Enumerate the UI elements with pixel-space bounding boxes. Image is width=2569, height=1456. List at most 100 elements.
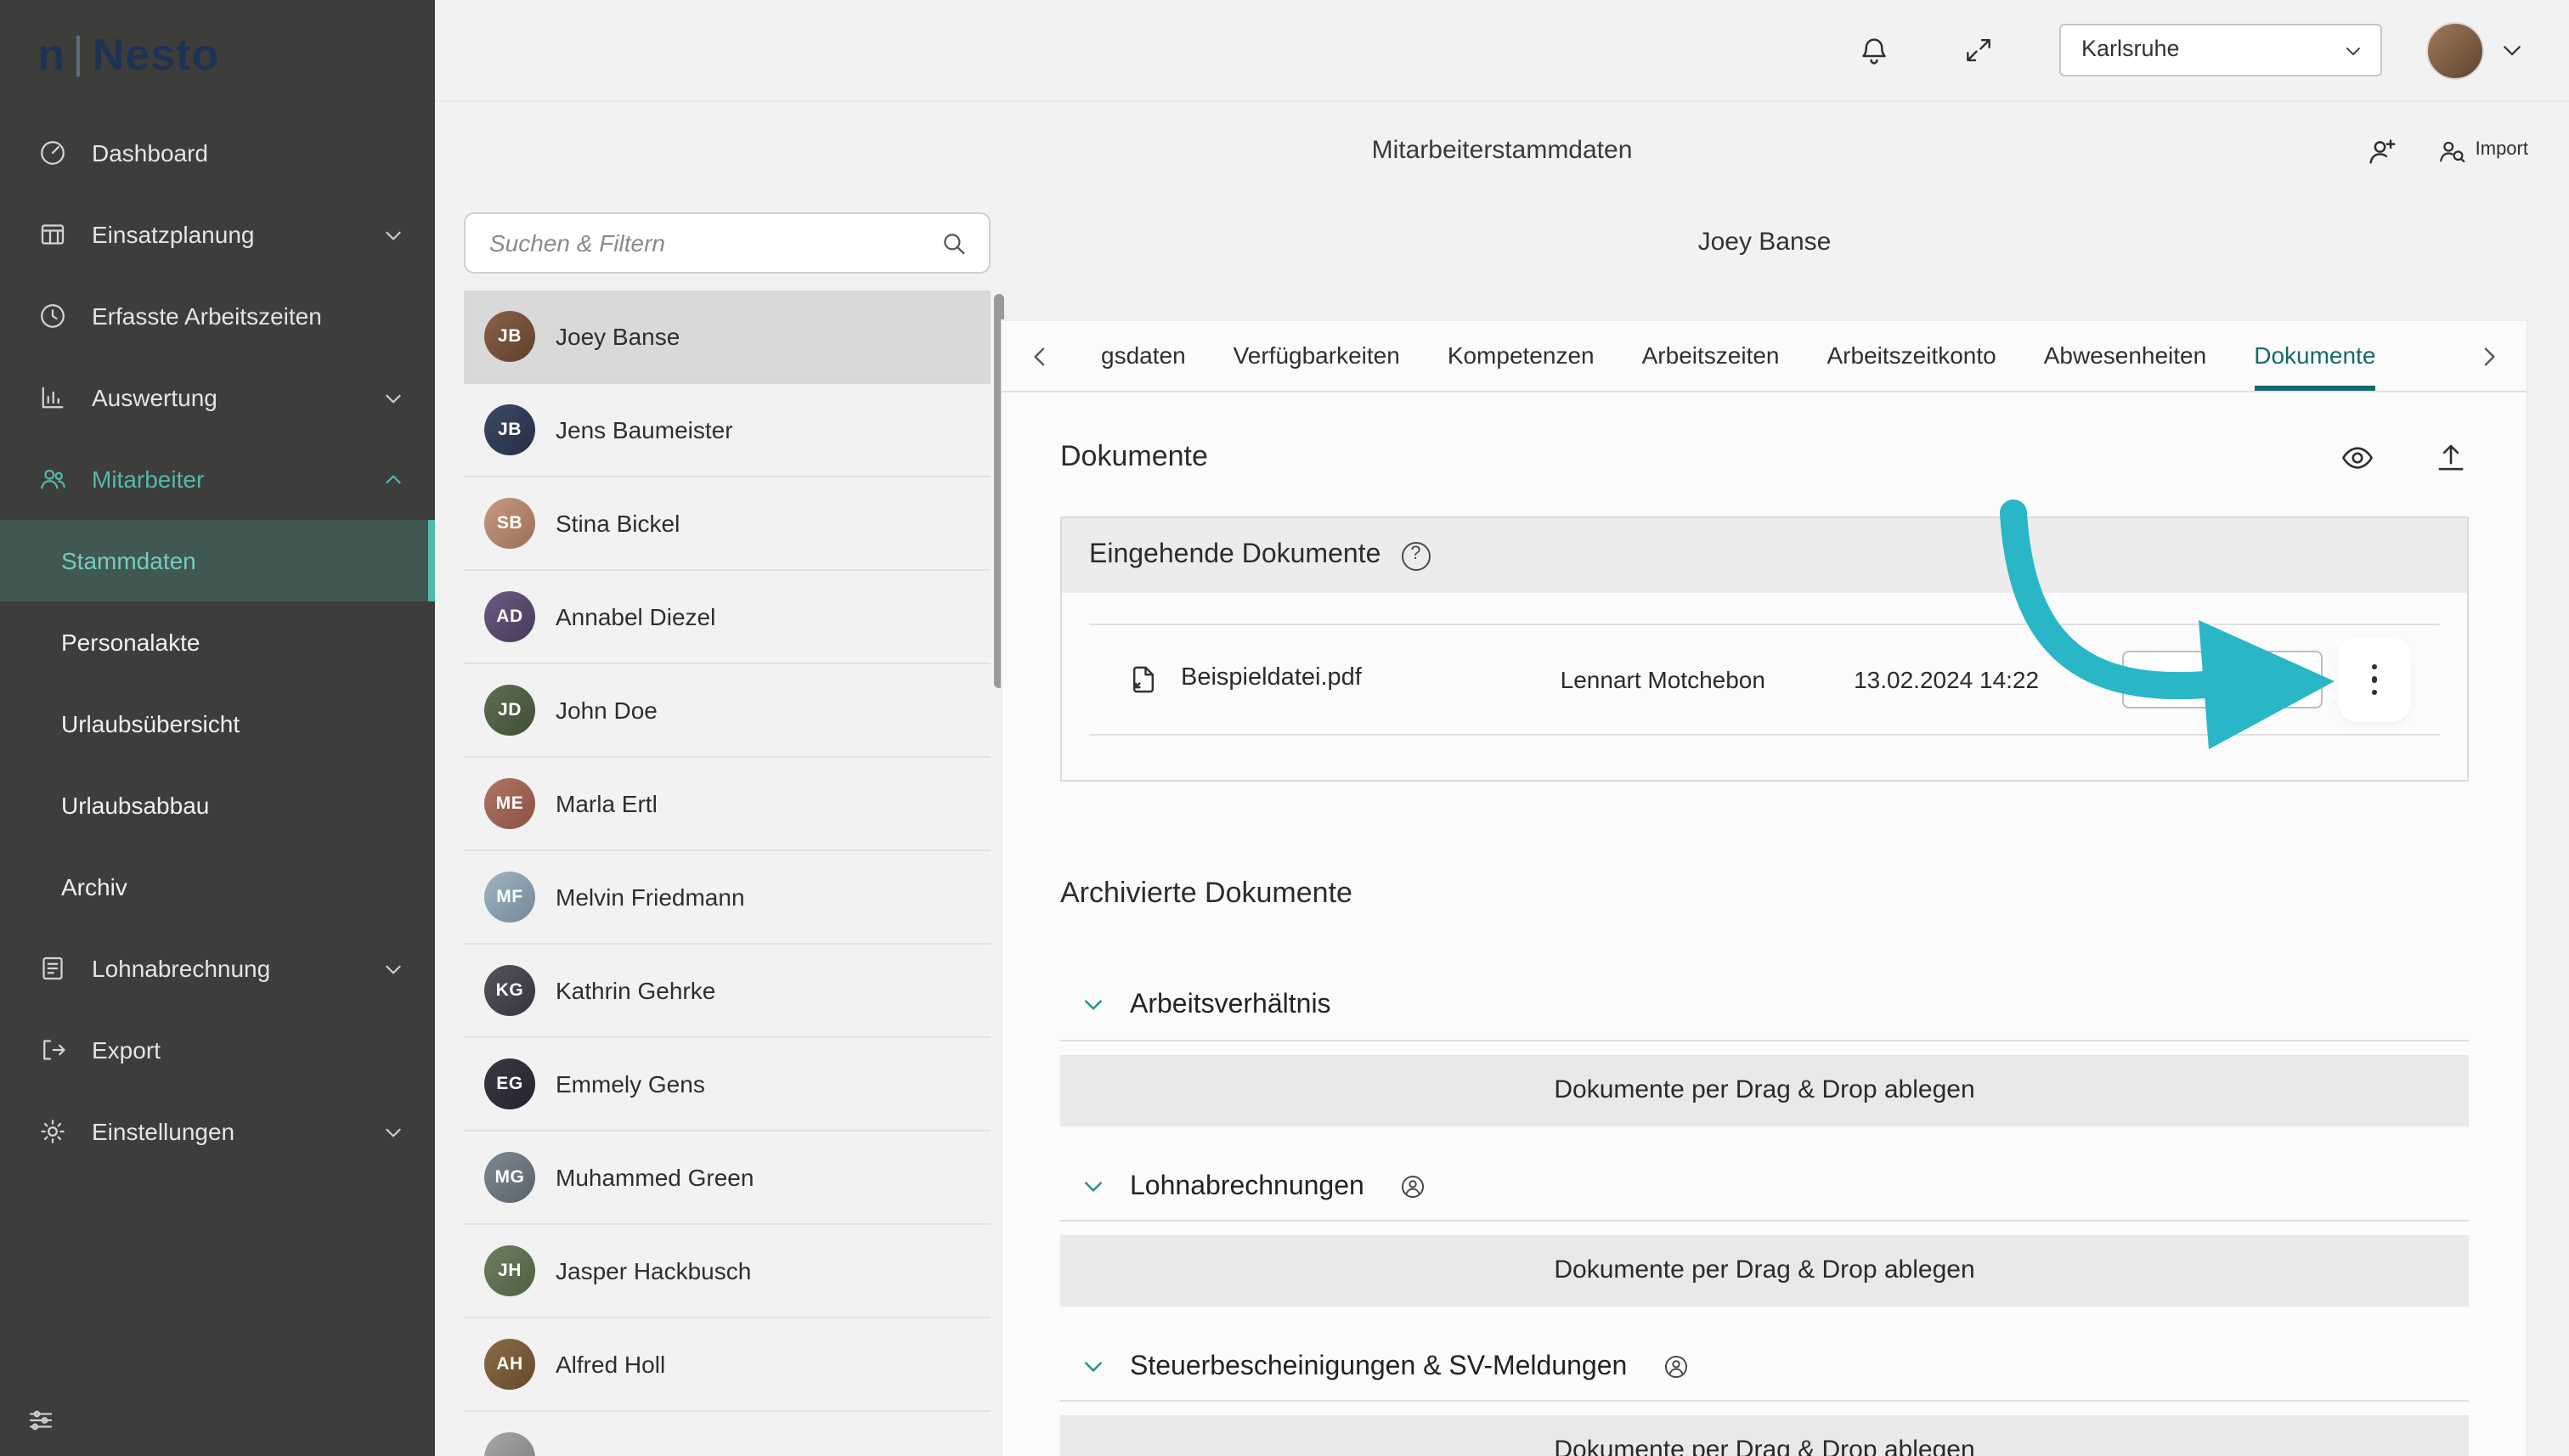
- sidebar-item-label: Personalakte: [61, 628, 200, 657]
- tab-arbeitszeiten[interactable]: Arbeitszeiten: [1642, 321, 1780, 391]
- user-avatar[interactable]: [2426, 21, 2484, 79]
- category-select-value: Kategorie: [2141, 665, 2243, 694]
- fullscreen-icon[interactable]: [1962, 34, 1995, 66]
- kebab-menu-button[interactable]: [2346, 646, 2402, 714]
- sidebar-item-einstellungen[interactable]: Einstellungen: [0, 1091, 435, 1172]
- chevron-right-icon[interactable]: [2476, 342, 2503, 370]
- tab-abwesenheiten[interactable]: Abwesenheiten: [2044, 321, 2207, 391]
- sidebar-item-stammdaten[interactable]: Stammdaten: [0, 520, 435, 601]
- list-item[interactable]: EG Emmely Gens: [464, 1038, 991, 1132]
- list-item[interactable]: JB Joey Banse: [464, 291, 991, 384]
- detail-card: gsdaten Verfügbarkeiten Kompetenzen Arbe…: [1001, 319, 2528, 1456]
- drag-drop-zone[interactable]: Dokumente per Drag & Drop ablegen: [1060, 1415, 2469, 1456]
- list-item[interactable]: JD John Doe: [464, 664, 991, 758]
- document-uploader: Lennart Motchebon: [1561, 665, 1854, 694]
- category-select[interactable]: Kategorie: [2122, 651, 2323, 708]
- chevron-left-icon[interactable]: [1026, 342, 1053, 370]
- search-icon[interactable]: [940, 229, 968, 257]
- document-filename: Beispieldatei.pdf: [1181, 665, 1362, 695]
- chevron-down-icon: [1081, 993, 1106, 1019]
- sidebar-item-label: Einstellungen: [92, 1117, 234, 1146]
- list-item-partial[interactable]: [464, 1412, 991, 1456]
- employee-name: Stina Bickel: [556, 509, 680, 538]
- archive-group-label: Arbeitsverhältnis: [1130, 990, 1331, 1022]
- incoming-documents-title: Eingehende Dokumente: [1089, 539, 1380, 572]
- sidebar-item-erfasste-arbeitszeiten[interactable]: Erfasste Arbeitszeiten: [0, 275, 435, 357]
- import-button[interactable]: Import: [2436, 136, 2528, 166]
- person-plus-icon[interactable]: [2365, 134, 2399, 168]
- avatar: MF: [484, 872, 535, 923]
- tab-verfuegbarkeiten[interactable]: Verfügbarkeiten: [1234, 321, 1400, 391]
- bell-icon[interactable]: [1857, 33, 1891, 67]
- bar-chart-icon: [37, 382, 68, 413]
- sidebar-item-dashboard[interactable]: Dashboard: [0, 112, 435, 194]
- person-search-icon: [2436, 136, 2467, 166]
- display-settings-icon[interactable]: [25, 1405, 56, 1436]
- list-item[interactable]: KG Kathrin Gehrke: [464, 945, 991, 1038]
- archive-group-header[interactable]: Arbeitsverhältnis: [1060, 990, 2469, 1022]
- upload-icon[interactable]: [2433, 440, 2469, 476]
- sidebar-item-label: Archiv: [61, 872, 127, 901]
- employee-name: Annabel Diezel: [556, 602, 715, 631]
- sidebar-item-auswertung[interactable]: Auswertung: [0, 357, 435, 438]
- employee-list-panel: JB Joey Banse JB Jens Baumeister SB Stin…: [464, 212, 1011, 1456]
- list-item[interactable]: MF Melvin Friedmann: [464, 851, 991, 945]
- chevron-up-icon: [382, 468, 404, 490]
- tab-gsdaten[interactable]: gsdaten: [1101, 321, 1186, 391]
- list-item[interactable]: SB Stina Bickel: [464, 477, 991, 571]
- chevron-down-icon: [382, 387, 404, 409]
- employee-name: Marla Ertl: [556, 789, 658, 818]
- person-circle-icon: [1398, 1171, 1427, 1200]
- dashboard-icon: [37, 138, 68, 168]
- archive-group-label: Steuerbescheinigungen & SV-Meldungen: [1130, 1351, 1627, 1383]
- eye-icon[interactable]: [2340, 440, 2375, 476]
- avatar: SB: [484, 498, 535, 549]
- file-export-icon: [1126, 663, 1160, 697]
- drag-drop-zone[interactable]: Dokumente per Drag & Drop ablegen: [1060, 1235, 2469, 1306]
- list-item[interactable]: ME Marla Ertl: [464, 758, 991, 851]
- tab-arbeitszeitkonto[interactable]: Arbeitszeitkonto: [1827, 321, 1996, 391]
- avatar: JB: [484, 404, 535, 455]
- sidebar-item-lohnabrechnung[interactable]: Lohnabrechnung: [0, 928, 435, 1009]
- sidebar-item-urlaubsuebersicht[interactable]: Urlaubsübersicht: [0, 683, 435, 765]
- archive-group-header[interactable]: Lohnabrechnungen: [1060, 1170, 2469, 1202]
- chevron-down-icon: [1081, 1354, 1106, 1380]
- logo-letter: n: [37, 30, 65, 82]
- header-actions: Import: [2365, 134, 2569, 168]
- document-date: 13.02.2024 14:22: [1854, 665, 2121, 694]
- sidebar-item-export[interactable]: Export: [0, 1009, 435, 1091]
- list-item[interactable]: MG Muhammed Green: [464, 1132, 991, 1225]
- sidebar-item-label: Dashboard: [92, 138, 208, 167]
- list-item[interactable]: JB Jens Baumeister: [464, 384, 991, 477]
- avatar: AD: [484, 591, 535, 642]
- archive-group-header[interactable]: Steuerbescheinigungen & SV-Meldungen: [1060, 1351, 2469, 1383]
- sidebar-item-personalakte[interactable]: Personalakte: [0, 601, 435, 683]
- tab-dokumente[interactable]: Dokumente: [2254, 321, 2375, 391]
- archived-documents-title: Archivierte Dokumente: [1060, 877, 2469, 911]
- sidebar: n Nesto Dashboard Einsatzplanung Erfasst…: [0, 0, 435, 1456]
- tab-kompetenzen[interactable]: Kompetenzen: [1448, 321, 1595, 391]
- list-item[interactable]: JH Jasper Hackbusch: [464, 1225, 991, 1318]
- documents-section-icons: [2340, 440, 2469, 476]
- list-item[interactable]: AH Alfred Holl: [464, 1318, 991, 1412]
- avatar: KG: [484, 965, 535, 1016]
- location-select[interactable]: Karlsruhe: [2059, 24, 2382, 76]
- chevron-down-icon: [382, 1120, 404, 1143]
- chevron-down-icon: [1081, 1173, 1106, 1199]
- sidebar-item-einsatzplanung[interactable]: Einsatzplanung: [0, 194, 435, 275]
- list-item[interactable]: AD Annabel Diezel: [464, 571, 991, 664]
- people-icon: [37, 464, 68, 494]
- sidebar-menu: Dashboard Einsatzplanung Erfasste Arbeit…: [0, 112, 435, 1172]
- search-input[interactable]: [486, 228, 940, 258]
- employee-name: Jasper Hackbusch: [556, 1256, 751, 1285]
- drag-drop-zone[interactable]: Dokumente per Drag & Drop ablegen: [1060, 1054, 2469, 1126]
- sidebar-item-urlaubsabbau[interactable]: Urlaubsabbau: [0, 765, 435, 846]
- employee-name: Kathrin Gehrke: [556, 976, 715, 1005]
- sidebar-item-archiv[interactable]: Archiv: [0, 846, 435, 928]
- sidebar-item-label: Lohnabrechnung: [92, 954, 270, 983]
- sidebar-item-mitarbeiter[interactable]: Mitarbeiter: [0, 438, 435, 520]
- help-icon[interactable]: ?: [1401, 541, 1430, 570]
- chevron-down-icon[interactable]: [2499, 37, 2525, 63]
- document-file-link[interactable]: Beispieldatei.pdf: [1126, 663, 1561, 697]
- sidebar-item-label: Urlaubsübersicht: [61, 709, 240, 738]
